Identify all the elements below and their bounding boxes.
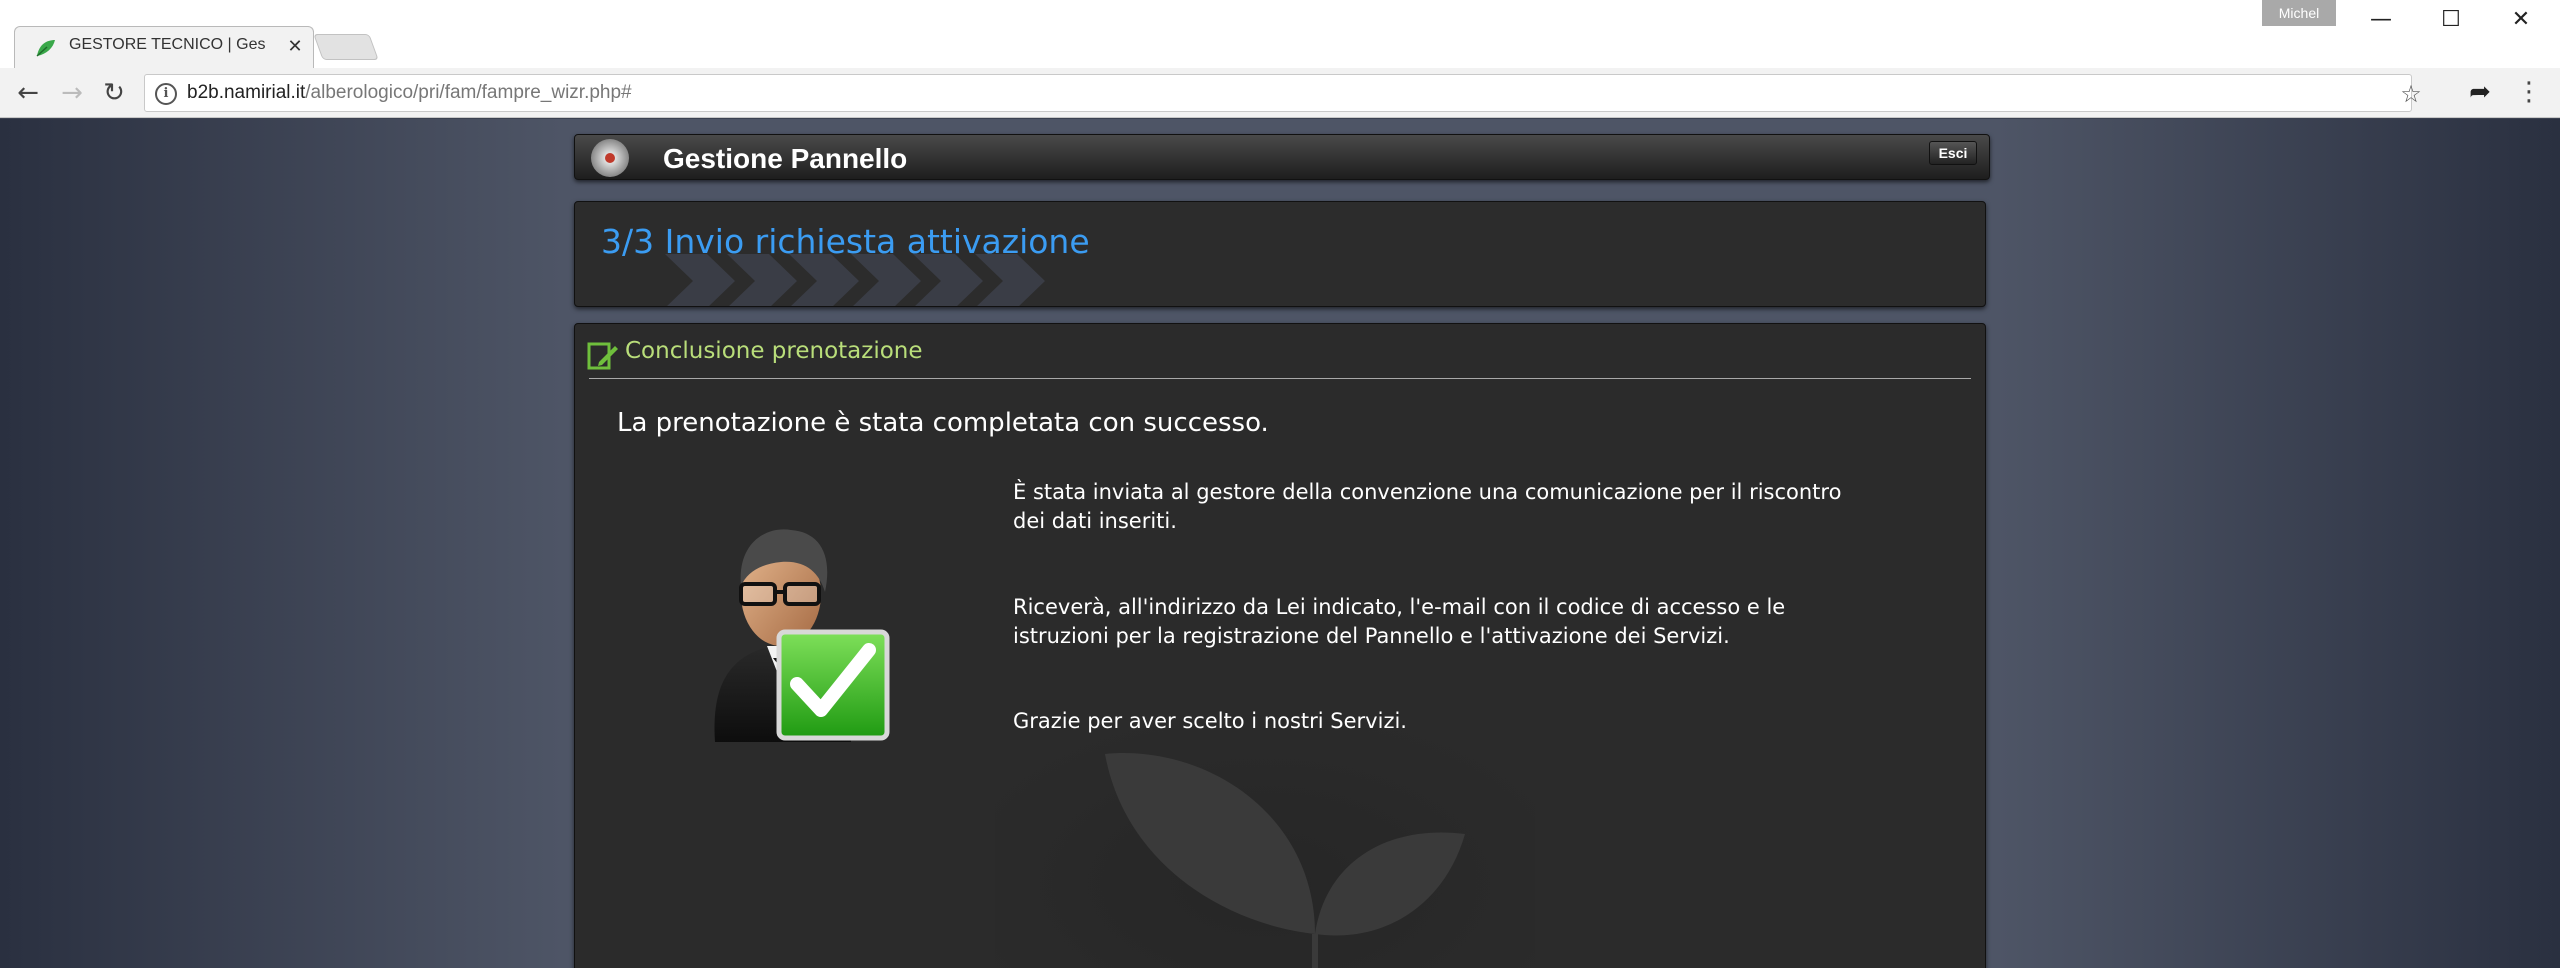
exit-button[interactable]: Esci: [1929, 141, 1977, 165]
bookmark-star-icon[interactable]: ☆: [2397, 81, 2425, 109]
back-arrow-icon[interactable]: ←: [12, 78, 44, 110]
user-profile-badge[interactable]: Michel: [2262, 0, 2336, 26]
browser-toolbar: ← → ↻ i b2b.namirial.it/alberologico/pri…: [0, 68, 2560, 118]
tab-close-icon[interactable]: ✕: [283, 35, 307, 59]
minimize-icon[interactable]: —: [2346, 0, 2416, 40]
tab-title: GESTORE TECNICO | Ges: [69, 36, 266, 53]
app-title: Gestione Pannello: [663, 143, 908, 174]
page-content: Gestione Pannello Esci 3/3 Invio richies…: [0, 119, 2560, 968]
new-tab-button[interactable]: [313, 34, 379, 60]
forward-arrow-icon[interactable]: →: [56, 78, 88, 110]
leaf-favicon-icon: [36, 40, 55, 57]
maximize-icon[interactable]: ☐: [2416, 0, 2486, 40]
reload-icon[interactable]: ↻: [98, 78, 130, 110]
share-arrow-icon[interactable]: ➦: [2464, 77, 2496, 109]
leaf-watermark-icon: [995, 704, 1535, 968]
url-text[interactable]: b2b.namirial.it/alberologico/pri/fam/fam…: [187, 82, 2087, 106]
browser-tabstrip: GESTORE TECNICO | Ges ✕ Michel — ☐ ✕: [0, 0, 2560, 68]
url-host: b2b.namirial.it: [187, 82, 306, 103]
info-paragraph-email: Riceverà, all'indirizzo da Lei indicato,…: [1013, 595, 1786, 648]
browser-menu-icon[interactable]: ⋮: [2514, 77, 2544, 109]
info-paragraph-notification: È stata inviata al gestore della convenz…: [1013, 480, 1842, 533]
section-title: Conclusione prenotazione: [625, 338, 923, 364]
wizard-step-panel: 3/3 Invio richiesta attivazione: [574, 201, 1986, 307]
address-bar[interactable]: i b2b.namirial.it/alberologico/pri/fam/f…: [144, 74, 2422, 112]
conclusion-panel: Conclusione prenotazione La prenotazione…: [574, 323, 1986, 968]
success-message: La prenotazione è stata completata con s…: [617, 408, 1269, 438]
step-title: 3/3 Invio richiesta attivazione: [601, 222, 1090, 261]
window-close-icon[interactable]: ✕: [2486, 0, 2556, 40]
url-path: /alberologico/pri/fam/fampre_wizr.php#: [305, 82, 632, 103]
browser-tab[interactable]: GESTORE TECNICO | Ges ✕: [14, 26, 314, 68]
section-divider: [589, 378, 1971, 379]
site-info-icon[interactable]: i: [155, 83, 177, 105]
info-paragraph-thanks: Grazie per aver scelto i nostri Servizi.: [1013, 709, 1407, 733]
user-approved-avatar-icon: [714, 529, 890, 742]
app-header: Gestione Pannello Esci: [574, 134, 1990, 180]
edit-document-icon: [587, 342, 618, 370]
target-logo-icon: [591, 139, 629, 177]
